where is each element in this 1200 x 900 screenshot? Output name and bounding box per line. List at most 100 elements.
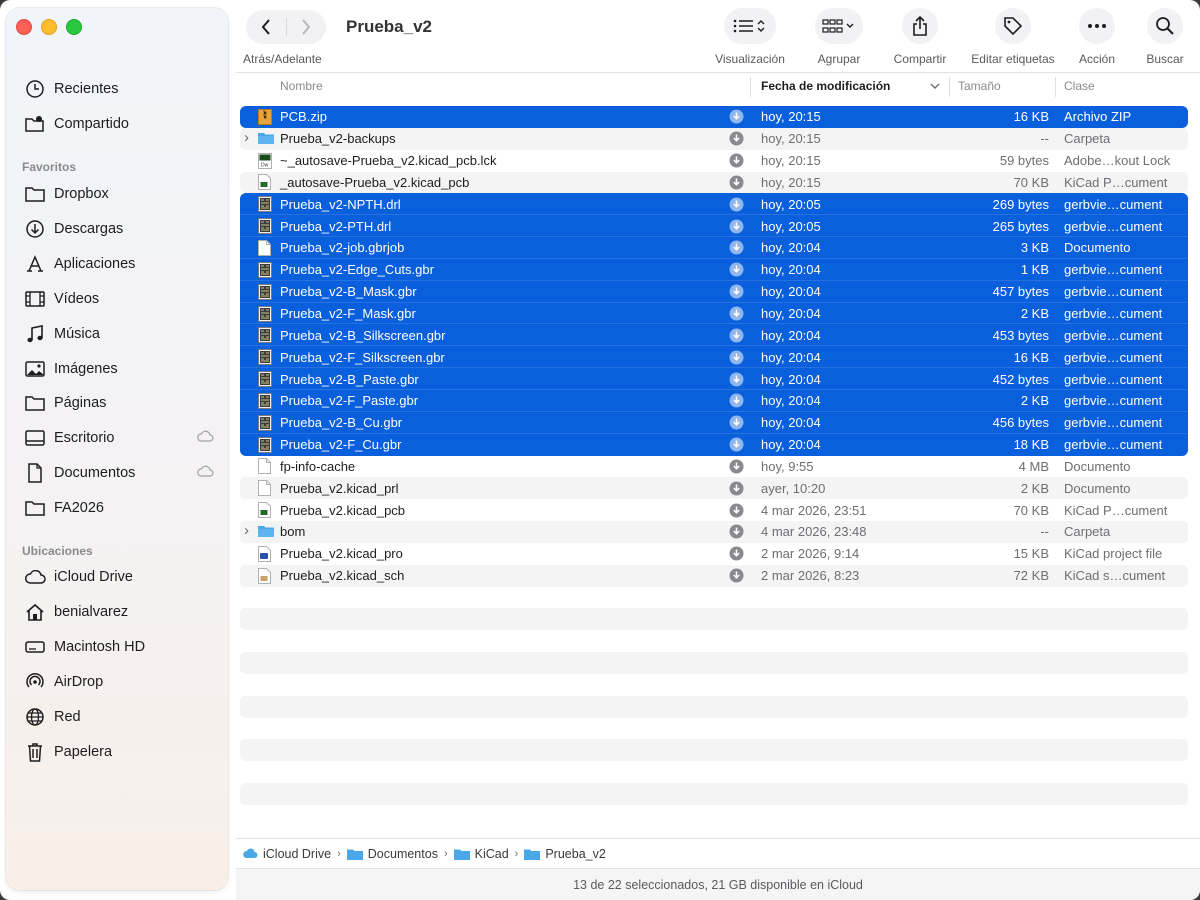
sidebar-item-descargas[interactable]: Descargas	[24, 216, 214, 242]
gerber-icon	[258, 283, 273, 300]
zoom-window-button[interactable]	[66, 19, 82, 35]
sidebar-item-fa2026[interactable]: FA2026	[24, 495, 214, 521]
edit-tags-control[interactable]: Editar etiquetas	[966, 8, 1060, 66]
icloud-download-icon[interactable]	[729, 284, 744, 299]
search-control[interactable]: Buscar	[1142, 8, 1188, 66]
sort-chevron-down-icon[interactable]	[930, 83, 940, 90]
icloud-download-icon[interactable]	[729, 240, 744, 255]
column-header-name[interactable]: Nombre	[280, 79, 323, 93]
group-control[interactable]: Agrupar	[808, 8, 870, 66]
file-row[interactable]: Prueba_v2-B_Cu.gbr hoy, 20:04 456 bytes ger…	[240, 411, 1188, 434]
group-button[interactable]	[815, 8, 863, 44]
file-row[interactable]: Prueba_v2-F_Paste.gbr hoy, 20:04 2 KB gerbv…	[240, 389, 1188, 412]
file-row[interactable]: Dw ~_autosave-Prueba_v2.kicad_pcb.lck hoy,…	[240, 150, 1188, 172]
search-button[interactable]	[1147, 8, 1183, 44]
icloud-download-icon[interactable]	[729, 109, 744, 124]
sidebar-item-recientes[interactable]: Recientes	[24, 76, 214, 102]
icloud-download-icon[interactable]	[729, 568, 744, 583]
sidebar-item-dropbox[interactable]: Dropbox	[24, 181, 214, 207]
file-date: 2 mar 2026, 9:14	[761, 546, 860, 562]
sidebar-item-aplicaciones[interactable]: Aplicaciones	[24, 251, 214, 277]
sidebar-item-papelera[interactable]: Papelera	[24, 739, 214, 765]
back-button[interactable]	[246, 10, 286, 44]
file-kind: gerbvie…cument	[1064, 393, 1163, 409]
disclosure-chevron-icon[interactable]: ›	[244, 129, 254, 146]
sidebar-item-macintosh-hd[interactable]: Macintosh HD	[24, 634, 214, 660]
icloud-download-icon[interactable]	[729, 328, 744, 343]
icloud-download-icon[interactable]	[729, 219, 744, 234]
finder-window: Recientes Compartido Favoritos Dropbox D…	[0, 0, 1200, 900]
icloud-download-icon[interactable]	[729, 459, 744, 474]
action-button[interactable]	[1079, 8, 1115, 44]
file-row[interactable]: Prueba_v2.kicad_prl ayer, 10:20 2 KB Docume…	[240, 477, 1188, 500]
file-row[interactable]: › Prueba_v2-backups hoy, 20:15 -- Carpeta	[240, 127, 1188, 150]
icloud-download-icon[interactable]	[729, 350, 744, 365]
sidebar-item-compartido[interactable]: Compartido	[24, 111, 214, 137]
file-row[interactable]: Prueba_v2-PTH.drl hoy, 20:05 265 bytes gerb…	[240, 215, 1188, 238]
sidebar-item-imagenes[interactable]: Imágenes	[24, 356, 214, 382]
icloud-download-icon[interactable]	[729, 503, 744, 518]
view-button[interactable]	[724, 8, 776, 44]
breadcrumb-documentos[interactable]: Documentos	[346, 847, 438, 861]
sidebar-item-escritorio[interactable]: Escritorio	[24, 425, 214, 451]
file-row[interactable]: PCB.zip hoy, 20:15 16 KB Archivo ZIP	[240, 106, 1188, 128]
gerber-icon	[258, 414, 273, 431]
file-row[interactable]: fp-info-cache hoy, 9:55 4 MB Documento	[240, 456, 1188, 478]
file-row[interactable]: Prueba_v2-Edge_Cuts.gbr hoy, 20:04 1 KB ger…	[240, 258, 1188, 281]
icloud-download-icon[interactable]	[729, 175, 744, 190]
icloud-download-icon[interactable]	[729, 524, 744, 539]
file-row[interactable]: _autosave-Prueba_v2.kicad_pcb hoy, 20:15 7…	[240, 171, 1188, 194]
breadcrumb-prueba-v2[interactable]: Prueba_v2	[524, 847, 606, 861]
icloud-download-icon[interactable]	[729, 546, 744, 561]
column-header-kind[interactable]: Clase	[1064, 79, 1095, 93]
minimize-window-button[interactable]	[41, 19, 57, 35]
file-row[interactable]: › bom 4 mar 2026, 23:48 -- Carpeta	[240, 521, 1188, 543]
breadcrumb-kicad[interactable]: KiCad	[453, 847, 509, 861]
action-control[interactable]: Acción	[1072, 8, 1122, 66]
file-row[interactable]: Prueba_v2-B_Silkscreen.gbr hoy, 20:04 453 …	[240, 324, 1188, 347]
file-row[interactable]: Prueba_v2-B_Mask.gbr hoy, 20:04 457 bytes g…	[240, 280, 1188, 303]
icloud-download-icon[interactable]	[729, 415, 744, 430]
file-date: hoy, 20:04	[761, 415, 821, 431]
sidebar-item-red[interactable]: Red	[24, 704, 214, 730]
file-row[interactable]: Prueba_v2-B_Paste.gbr hoy, 20:04 452 bytes…	[240, 368, 1188, 390]
share-button[interactable]	[902, 8, 938, 44]
breadcrumb-icloud-drive[interactable]: iCloud Drive	[242, 847, 331, 861]
icloud-download-icon[interactable]	[729, 197, 744, 212]
sidebar-item-videos[interactable]: Vídeos	[24, 286, 214, 312]
file-row[interactable]: Prueba_v2.kicad_pcb 4 mar 2026, 23:51 70 K…	[240, 499, 1188, 521]
forward-button[interactable]	[286, 10, 326, 44]
icloud-download-icon[interactable]	[729, 306, 744, 321]
sidebar-item-airdrop[interactable]: AirDrop	[24, 669, 214, 695]
trash-icon	[24, 741, 46, 763]
sidebar-item-paginas[interactable]: Páginas	[24, 390, 214, 416]
file-row[interactable]: Prueba_v2-F_Silkscreen.gbr hoy, 20:04 16 K…	[240, 346, 1188, 369]
icloud-icon	[24, 566, 46, 588]
file-row[interactable]: Prueba_v2-NPTH.drl hoy, 20:05 269 bytes ger…	[240, 193, 1188, 216]
disclosure-chevron-icon[interactable]: ›	[244, 522, 254, 539]
icloud-download-icon[interactable]	[729, 481, 744, 496]
list-view-icon	[733, 19, 765, 33]
sidebar-item-documentos[interactable]: Documentos	[24, 460, 214, 486]
icloud-download-icon[interactable]	[729, 372, 744, 387]
edit-tags-button[interactable]	[995, 8, 1031, 44]
file-row[interactable]: Prueba_v2.kicad_pro 2 mar 2026, 9:14 15 KB…	[240, 543, 1188, 565]
file-row[interactable]: Prueba_v2-F_Mask.gbr hoy, 20:04 2 KB gerbvi…	[240, 302, 1188, 325]
file-row[interactable]: Prueba_v2-F_Cu.gbr hoy, 20:04 18 KB gerbvie…	[240, 433, 1188, 456]
sidebar-item-benialvarez[interactable]: benialvarez	[24, 599, 214, 625]
sidebar-item-icloud-drive[interactable]: iCloud Drive	[24, 564, 214, 590]
column-header-date[interactable]: Fecha de modificación	[761, 79, 890, 93]
icloud-download-icon[interactable]	[729, 262, 744, 277]
icloud-download-icon[interactable]	[729, 393, 744, 408]
close-window-button[interactable]	[16, 19, 32, 35]
icloud-download-icon[interactable]	[729, 437, 744, 452]
sidebar-item-musica[interactable]: Música	[24, 321, 214, 347]
share-control[interactable]: Compartir	[888, 8, 952, 66]
column-header-size[interactable]: Tamaño	[958, 79, 1001, 93]
view-control[interactable]: Visualización	[710, 8, 790, 66]
icloud-download-icon[interactable]	[729, 131, 744, 146]
shared-folder-icon	[24, 113, 46, 135]
icloud-download-icon[interactable]	[729, 153, 744, 168]
file-row[interactable]: Prueba_v2.kicad_sch 2 mar 2026, 8:23 72 KB…	[240, 564, 1188, 587]
file-row[interactable]: Prueba_v2-job.gbrjob hoy, 20:04 3 KB Docume…	[240, 237, 1188, 259]
